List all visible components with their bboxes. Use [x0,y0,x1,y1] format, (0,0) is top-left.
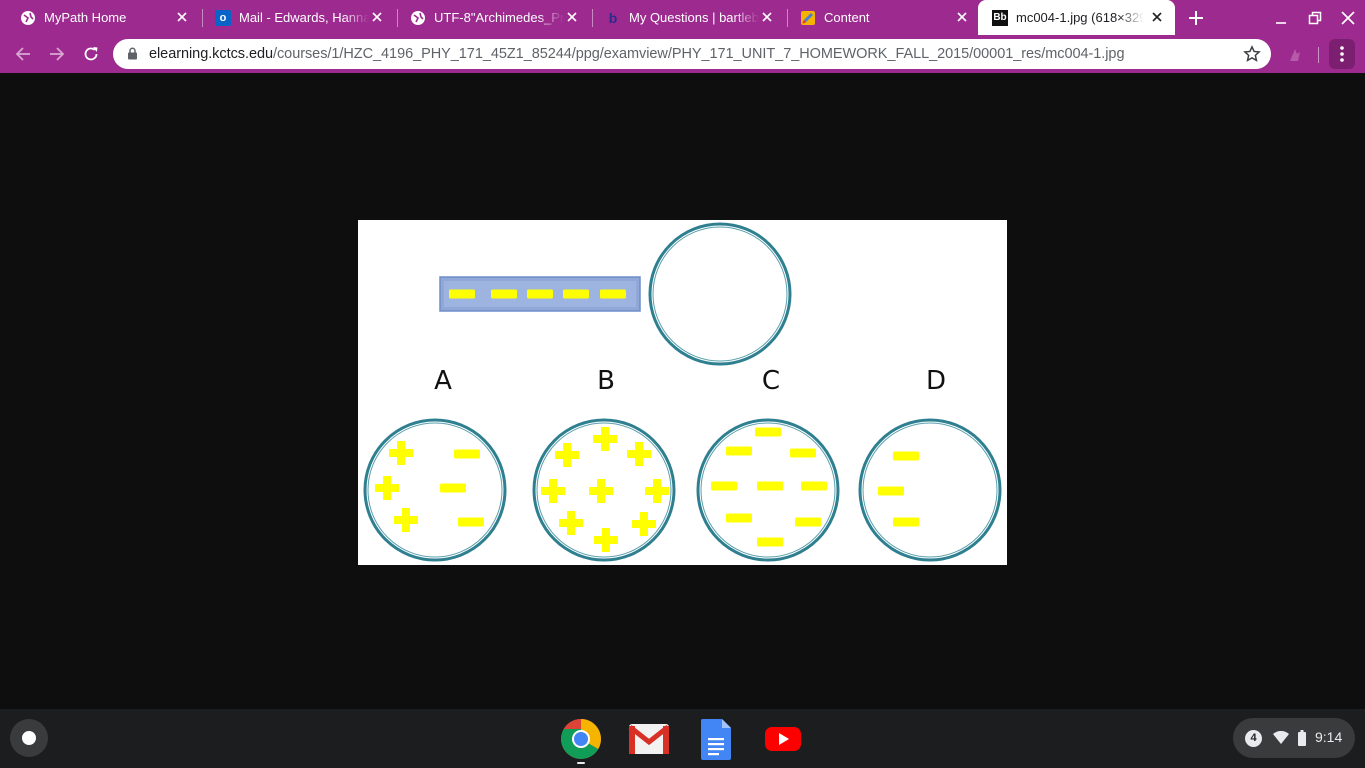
globe-icon [20,10,36,26]
negative-charge-symbol [449,289,475,299]
negative-charge-symbol [726,446,752,456]
browser-menu-button[interactable] [1329,39,1355,69]
more-vert-icon [1340,46,1344,62]
tab-title: UTF-8"Archimedes_Principle [434,10,564,25]
negative-charge-symbol [893,517,919,527]
tab-strip: MyPath Home o Mail - Edwards, Hannah UTF… [0,0,1365,35]
negative-charge-symbol [711,481,737,491]
negative-charge-symbol [600,289,626,299]
negative-charge-symbol [801,481,827,491]
option-label-c: C [761,366,781,396]
gmail-icon[interactable] [627,717,671,761]
option-sphere-b [532,418,676,562]
youtube-icon[interactable] [761,717,805,761]
close-tab-icon[interactable] [1149,9,1165,25]
new-tab-button[interactable] [1185,7,1207,29]
bookmark-star-icon[interactable] [1243,45,1261,68]
close-icon [1341,11,1355,25]
negative-charge-symbol [790,448,816,458]
blackboard-icon: Bb [992,9,1008,26]
system-shelf: 4 9:14 [0,709,1365,768]
negative-charge-symbol [755,427,781,437]
option-sphere-d [858,418,1002,562]
back-button[interactable] [11,42,35,66]
content-icon [800,10,816,26]
tab-mc004-image[interactable]: Bb mc004-1.jpg (618×329) [978,0,1175,35]
extension-icon[interactable] [1285,45,1305,65]
close-tab-icon[interactable] [759,9,775,25]
neutral-sphere [648,222,792,366]
globe-icon [410,10,426,26]
negative-charge-symbol [454,449,480,459]
url-path: /courses/1/HZC_4196_PHY_171_45Z1_85244/p… [273,46,1125,62]
notification-count-badge: 4 [1245,730,1262,747]
tab-title: MyPath Home [44,10,127,25]
browser-toolbar: elearning.kctcs.edu/courses/1/HZC_4196_P… [0,35,1365,73]
bartleby-icon: b [608,9,618,26]
close-tab-icon[interactable] [369,9,385,25]
close-tab-icon[interactable] [954,9,970,25]
forward-arrow-icon [50,47,65,61]
negative-charge-symbol [795,517,821,527]
reload-button[interactable] [79,42,103,66]
negative-charge-symbol [458,517,484,527]
restore-icon [1308,11,1322,25]
close-tab-icon[interactable] [174,9,190,25]
negative-charge-symbol [563,289,589,299]
option-label-d: D [925,366,947,396]
page-viewport: A B C D [0,73,1365,709]
close-window-button[interactable] [1338,8,1358,28]
tab-bartleby[interactable]: b My Questions | bartleby [585,0,785,35]
status-tray[interactable]: 4 9:14 [1233,718,1355,758]
close-tab-icon[interactable] [564,9,580,25]
toolbar-separator [1318,47,1319,63]
negative-charge-symbol [527,289,553,299]
tab-title: mc004-1.jpg (618×329) [1016,10,1144,25]
option-sphere-a [363,418,507,562]
option-label-a: A [434,366,452,396]
back-arrow-icon [15,47,30,61]
reload-icon [84,47,98,61]
restore-button[interactable] [1305,8,1325,28]
minimize-icon [1276,22,1286,24]
question-image: A B C D [358,220,1007,565]
url-text: elearning.kctcs.edu/courses/1/HZC_4196_P… [149,46,1125,62]
tab-mail[interactable]: o Mail - Edwards, Hannah [195,0,395,35]
forward-button[interactable] [45,42,69,66]
address-bar[interactable]: elearning.kctcs.edu/courses/1/HZC_4196_P… [113,39,1271,69]
running-indicator [577,762,585,764]
negative-charge-symbol [726,513,752,523]
tab-content[interactable]: Content [780,0,980,35]
negative-charge-symbol [878,486,904,496]
negative-charge-symbol [893,451,919,461]
clock-time: 9:14 [1315,729,1343,745]
tab-mypath-home[interactable]: MyPath Home [0,0,200,35]
option-spheres [363,418,1002,562]
wifi-icon [1273,730,1289,750]
chrome-icon[interactable] [559,717,603,761]
option-label-b: B [597,366,615,396]
launcher-icon [22,731,36,745]
tab-title: Mail - Edwards, Hannah [239,10,369,25]
negative-charge-symbol [757,481,783,491]
battery-icon [1298,730,1306,751]
tab-title: Content [824,10,870,25]
plus-icon [1189,11,1203,25]
tab-title: My Questions | bartleby [629,10,759,25]
launcher-button[interactable] [10,719,48,757]
url-host: elearning.kctcs.edu [149,46,273,62]
outlook-icon: o [215,9,231,26]
lock-icon [127,47,138,65]
negative-charge-symbol [491,289,517,299]
negative-charge-symbol [757,537,783,547]
docs-icon[interactable] [694,717,738,761]
minimize-button[interactable] [1271,8,1291,28]
tab-archimedes[interactable]: UTF-8"Archimedes_Principle [390,0,590,35]
option-sphere-c [696,418,840,562]
negative-charge-symbol [440,483,466,493]
